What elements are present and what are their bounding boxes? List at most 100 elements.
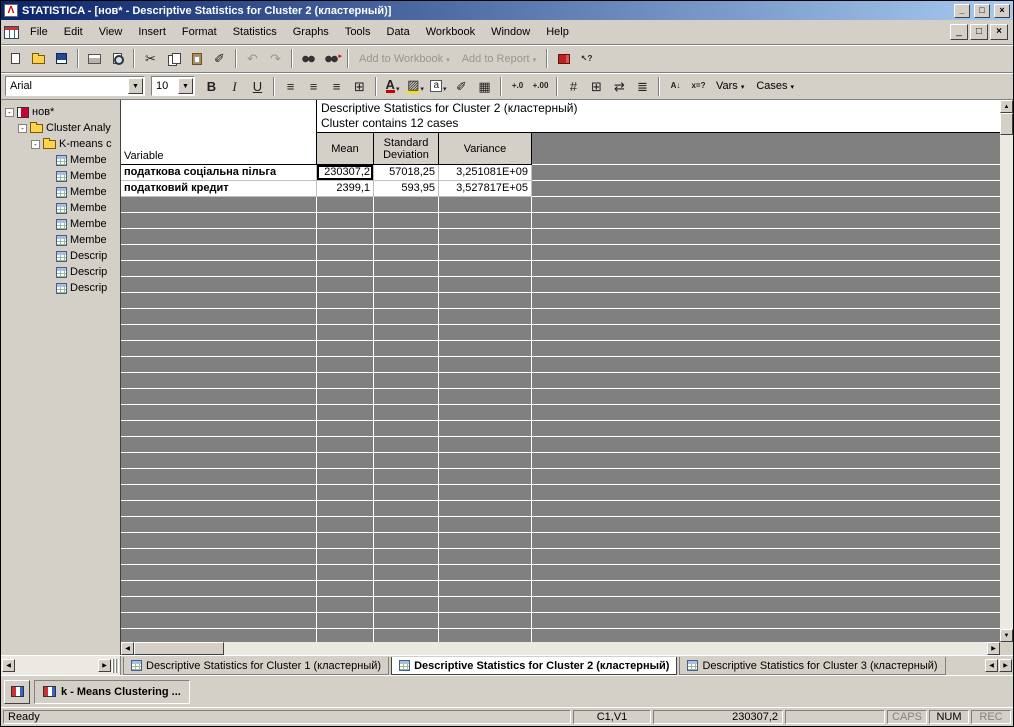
collapse-icon[interactable]: - (31, 140, 40, 149)
align-center-icon[interactable]: ≡ (303, 76, 324, 97)
minimize-icon[interactable] (954, 4, 970, 18)
tabs-scroll-right-icon[interactable] (999, 659, 1012, 672)
cell-variance[interactable]: 3,251081E+09 (439, 165, 532, 181)
menu-data[interactable]: Data (379, 22, 418, 42)
decrease-decimals-icon[interactable]: +.00 (530, 76, 551, 97)
format-painter-icon[interactable]: ✐ (209, 48, 230, 69)
cases-button[interactable]: Cases (751, 78, 799, 94)
child-restore-icon[interactable] (970, 24, 988, 40)
menu-edit[interactable]: Edit (56, 22, 91, 42)
bold-button[interactable]: B (201, 76, 222, 97)
chevron-down-icon[interactable] (128, 78, 143, 94)
tabs-scroll-left-icon[interactable] (985, 659, 998, 672)
close-icon[interactable] (994, 4, 1010, 18)
menu-graphs[interactable]: Graphs (285, 22, 337, 42)
tree-item[interactable]: Descrip (3, 264, 120, 280)
tree-scroll-left-icon[interactable] (2, 659, 15, 672)
tree-item[interactable]: Membe (3, 152, 120, 168)
analysis-icon-box[interactable] (4, 680, 30, 704)
menu-window[interactable]: Window (483, 22, 538, 42)
statistics-advisor-icon[interactable] (553, 48, 574, 69)
cell-std-dev[interactable]: 57018,25 (374, 165, 439, 181)
chevron-down-icon[interactable] (178, 78, 193, 94)
print-icon[interactable] (84, 48, 105, 69)
row-label-cell[interactable]: податковий кредит (121, 181, 317, 197)
menu-file[interactable]: File (22, 22, 56, 42)
tree-item[interactable]: -нов* (3, 104, 120, 120)
vertical-scrollbar[interactable] (1000, 100, 1013, 642)
menu-workbook[interactable]: Workbook (418, 22, 483, 42)
new-document-icon[interactable] (5, 48, 26, 69)
sort-icon[interactable]: A↓ (665, 76, 686, 97)
horizontal-scroll-track[interactable] (224, 642, 987, 655)
tree-scroll-right-icon[interactable] (98, 659, 111, 672)
vertical-scroll-track[interactable] (1000, 135, 1013, 629)
paste-icon[interactable] (186, 48, 207, 69)
cut-icon[interactable]: ✂ (140, 48, 161, 69)
child-window-icon[interactable] (4, 26, 19, 39)
titlebar[interactable]: STATISTICA - [нов* - Descriptive Statist… (1, 1, 1013, 20)
underline-button[interactable]: U (247, 76, 268, 97)
italic-button[interactable]: I (224, 76, 245, 97)
sheet-tab[interactable]: Descriptive Statistics for Cluster 2 (кл… (391, 657, 677, 675)
grid-options-icon[interactable]: ▦ (474, 76, 495, 97)
format-cells-icon[interactable]: a (428, 76, 449, 97)
print-preview-icon[interactable] (107, 48, 128, 69)
tree-item[interactable]: -Cluster Analy (3, 120, 120, 136)
collapse-icon[interactable]: - (18, 124, 27, 133)
open-file-icon[interactable] (28, 48, 49, 69)
sheet-tab[interactable]: Descriptive Statistics for Cluster 3 (кл… (679, 657, 945, 675)
column-header-mean[interactable]: Mean (317, 133, 374, 165)
tree-item[interactable]: Descrip (3, 280, 120, 296)
analysis-button[interactable]: k - Means Clustering ... (34, 680, 190, 704)
cell-std-dev[interactable]: 593,95 (374, 181, 439, 197)
scroll-down-icon[interactable] (1000, 629, 1013, 642)
fit-columns-icon[interactable]: # (563, 76, 584, 97)
column-header-std-dev[interactable]: Standard Deviation (374, 133, 439, 165)
variable-column-header[interactable]: Variable (121, 100, 317, 165)
font-color-icon[interactable]: A (382, 76, 403, 97)
menu-statistics[interactable]: Statistics (225, 22, 285, 42)
wrap-text-icon[interactable]: ⊞ (349, 76, 370, 97)
sheet-tab[interactable]: Descriptive Statistics for Cluster 1 (кл… (123, 657, 389, 675)
scroll-up-icon[interactable] (1000, 100, 1013, 113)
child-close-icon[interactable] (990, 24, 1008, 40)
copy-icon[interactable] (163, 48, 184, 69)
tree-scroll-track[interactable] (16, 659, 97, 672)
tree-item[interactable]: -K-means c (3, 136, 120, 152)
cell-variance[interactable]: 3,527817E+05 (439, 181, 532, 197)
column-header-variance[interactable]: Variance (439, 133, 532, 165)
cell-mean[interactable]: 230307,2 (317, 165, 374, 181)
insert-cells-icon[interactable]: ⊞ (586, 76, 607, 97)
collapse-icon[interactable]: - (5, 108, 14, 117)
formulas-icon[interactable]: x=? (688, 76, 709, 97)
tree-item[interactable]: Membe (3, 232, 120, 248)
tree-item[interactable]: Membe (3, 168, 120, 184)
find-icon[interactable] (298, 48, 319, 69)
vertical-scroll-thumb[interactable] (1000, 113, 1013, 135)
child-minimize-icon[interactable] (950, 24, 968, 40)
context-help-icon[interactable]: ↖? (576, 48, 597, 69)
font-select[interactable]: Arial (5, 76, 145, 96)
align-left-icon[interactable]: ≡ (280, 76, 301, 97)
vars-button[interactable]: Vars (711, 78, 749, 94)
scroll-left-icon[interactable] (121, 642, 134, 655)
font-size-select[interactable]: 10 (151, 76, 195, 96)
row-label-cell[interactable]: податкова соціальна пільга (121, 165, 317, 181)
increase-decimals-icon[interactable]: +.0 (507, 76, 528, 97)
align-right-icon[interactable]: ≡ (326, 76, 347, 97)
menu-tools[interactable]: Tools (337, 22, 379, 42)
tree-item[interactable]: Membe (3, 216, 120, 232)
scroll-right-icon[interactable] (987, 642, 1000, 655)
menu-insert[interactable]: Insert (130, 22, 174, 42)
move-cells-icon[interactable]: ⇄ (609, 76, 630, 97)
fill-color-icon[interactable]: ▨ (405, 76, 426, 97)
tree-item[interactable]: Descrip (3, 248, 120, 264)
save-icon[interactable] (51, 48, 72, 69)
menu-view[interactable]: View (91, 22, 131, 42)
tree-item[interactable]: Membe (3, 184, 120, 200)
splitter-handle[interactable] (112, 659, 119, 673)
cell-mean[interactable]: 2399,1 (317, 181, 374, 197)
find-next-icon[interactable] (321, 48, 342, 69)
marker-icon[interactable]: ✐ (451, 76, 472, 97)
